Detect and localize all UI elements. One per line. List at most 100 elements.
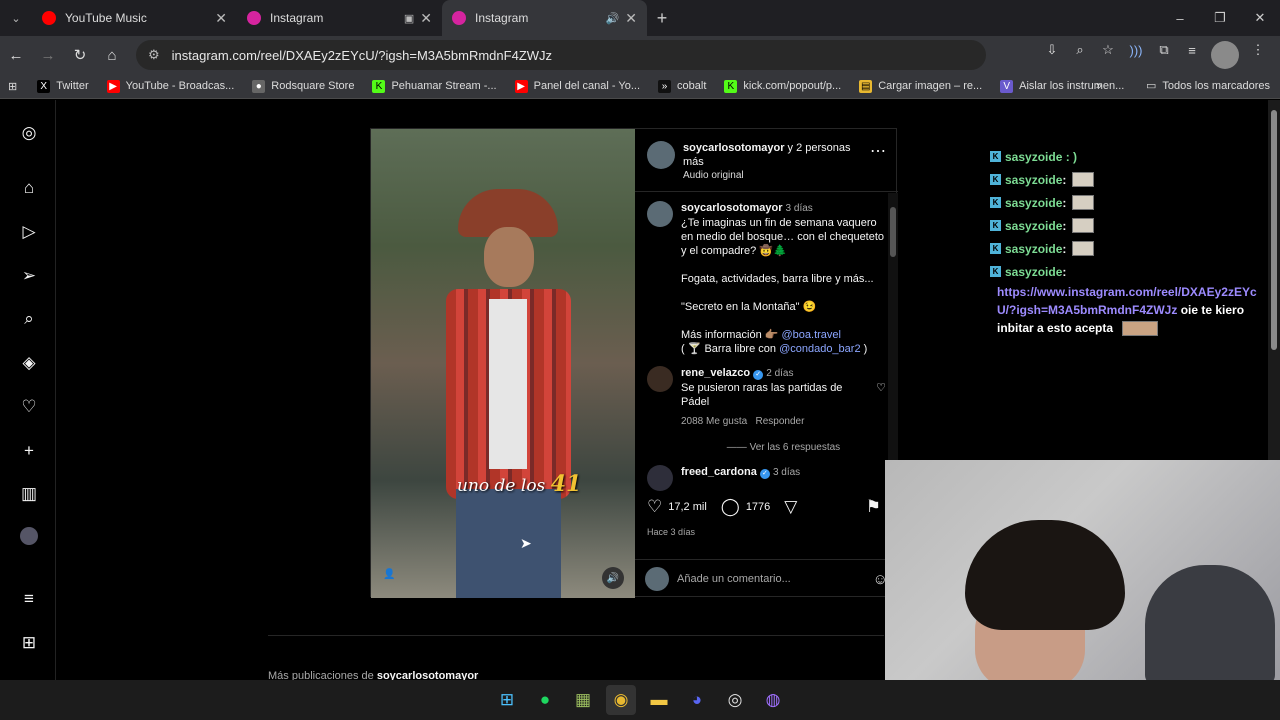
author-avatar[interactable] bbox=[647, 201, 673, 227]
site-info-icon[interactable]: ⚙ bbox=[148, 47, 160, 63]
reload-icon[interactable]: ↻ bbox=[64, 39, 96, 71]
mouse-cursor: ➤ bbox=[520, 535, 532, 551]
chat-message: Ksasyzoide : bbox=[990, 260, 1270, 283]
comment-username[interactable]: freed_cardona bbox=[681, 466, 757, 478]
vocal-remover-icon: V bbox=[1000, 79, 1014, 93]
profile-nav-avatar[interactable] bbox=[20, 527, 38, 545]
close-window-button[interactable]: ✕ bbox=[1240, 0, 1280, 36]
author-username[interactable]: soycarlosotomayor bbox=[683, 142, 784, 154]
audio-label[interactable]: Audio original bbox=[683, 169, 864, 183]
bookmark-twitter[interactable]: X Twitter bbox=[37, 79, 89, 93]
chat-separator: : bbox=[1062, 241, 1067, 256]
explore-nav-icon[interactable]: ◈ bbox=[18, 352, 40, 374]
author-avatar[interactable] bbox=[647, 141, 675, 169]
tab-instagram-1[interactable]: Instagram ▣ ✕ bbox=[237, 0, 442, 36]
bookmark-pehuamar[interactable]: K Pehuamar Stream -... bbox=[372, 79, 497, 93]
instagram-logo-icon[interactable]: ◎ bbox=[18, 122, 40, 144]
bookmark-aislar[interactable]: V Aislar los instrumen... bbox=[1000, 79, 1125, 93]
spotify-icon[interactable]: ● bbox=[530, 685, 560, 715]
video-person bbox=[446, 189, 571, 598]
dashboard-nav-icon[interactable]: ▥ bbox=[18, 483, 40, 505]
mention-link[interactable]: @boa.travel bbox=[782, 329, 841, 341]
volume-icon[interactable]: 🔊 bbox=[602, 567, 624, 589]
bookmark-cargar-imagen[interactable]: ▤ Cargar imagen – re... bbox=[859, 79, 982, 93]
likes-count[interactable]: 17,2 mil bbox=[668, 501, 707, 513]
comment-username[interactable]: rene_velazco bbox=[681, 367, 750, 379]
notifications-nav-icon[interactable]: ♡ bbox=[18, 396, 40, 418]
reel-video[interactable]: uno de los 41 👤 🔊 bbox=[371, 129, 635, 598]
install-app-icon[interactable]: ⇩ bbox=[1038, 36, 1066, 64]
comment-time: 3 días bbox=[772, 467, 801, 478]
chat-emote bbox=[1072, 241, 1095, 256]
commenter-avatar[interactable] bbox=[647, 465, 673, 491]
chrome-icon[interactable]: ◉ bbox=[606, 685, 636, 715]
bookmarks-overflow-icon[interactable]: » bbox=[1096, 80, 1102, 92]
comments-scrollbar[interactable] bbox=[888, 193, 898, 491]
tab-search-icon[interactable]: ⌄ bbox=[0, 0, 32, 36]
close-tab-icon[interactable]: ✕ bbox=[420, 10, 432, 27]
tagged-user-icon[interactable]: 👤 bbox=[383, 569, 395, 580]
view-replies[interactable]: —— Ver las 6 respuestas bbox=[681, 441, 886, 455]
tab-youtube-music[interactable]: YouTube Music ✕ bbox=[32, 0, 237, 36]
close-tab-icon[interactable]: ✕ bbox=[625, 10, 637, 27]
bookmark-panel-canal[interactable]: ▶ Panel del canal - Yo... bbox=[514, 79, 640, 93]
chat-username: sasyzoide bbox=[1005, 241, 1063, 256]
comment: rene_velazco ✓ 2 días Se pusieron raras … bbox=[647, 366, 886, 455]
create-nav-icon[interactable]: + bbox=[18, 440, 40, 462]
more-menu-icon[interactable]: ≡ bbox=[18, 588, 40, 610]
caption-time: 3 días bbox=[785, 203, 813, 214]
profile-avatar[interactable] bbox=[1211, 41, 1239, 69]
comment-icon[interactable]: ◯ bbox=[721, 497, 740, 517]
extension-audio-icon[interactable]: ))) bbox=[1122, 36, 1150, 64]
share-icon[interactable]: ▽ bbox=[784, 497, 797, 517]
audio-playing-icon[interactable]: 🔊 bbox=[606, 12, 620, 25]
like-comment-icon[interactable]: ♡ bbox=[876, 381, 886, 409]
zoom-icon[interactable]: ⌕ bbox=[1066, 36, 1094, 64]
search-nav-icon[interactable]: ⌕ bbox=[18, 308, 40, 330]
also-from-meta-icon[interactable]: ⊞ bbox=[18, 632, 40, 654]
close-tab-icon[interactable]: ✕ bbox=[215, 10, 227, 27]
minimize-button[interactable]: – bbox=[1160, 0, 1200, 36]
menu-icon[interactable]: ⋮ bbox=[1244, 36, 1272, 64]
home-nav-icon[interactable]: ⌂ bbox=[18, 177, 40, 199]
apps-icon[interactable]: ⊞ bbox=[8, 80, 17, 93]
caption-username[interactable]: soycarlosotomayor bbox=[681, 202, 782, 214]
bookmark-label: Aislar los instrumen... bbox=[1019, 80, 1125, 92]
bookmark-youtube-broadcast[interactable]: ▶ YouTube - Broadcas... bbox=[106, 79, 234, 93]
more-options-icon[interactable]: ⋯ bbox=[870, 141, 886, 161]
bookmark-kick-popout[interactable]: Kkick.com/popout/p... bbox=[724, 79, 841, 93]
discord-icon[interactable]: ◕ bbox=[682, 685, 712, 715]
save-bookmark-icon[interactable]: ⚑ bbox=[866, 497, 881, 517]
chat-message-body: https://www.instagram.com/reel/DXAEy2zEY… bbox=[997, 283, 1270, 337]
address-bar[interactable]: ⚙ instagram.com/reel/DXAEy2zEYcU/?igsh=M… bbox=[136, 40, 986, 70]
obs-icon[interactable]: ◎ bbox=[720, 685, 750, 715]
comment-likes[interactable]: 2088 Me gusta bbox=[681, 416, 747, 427]
bookmark-star-icon[interactable]: ☆ bbox=[1094, 36, 1122, 64]
reply-button[interactable]: Responder bbox=[756, 416, 805, 427]
restore-button[interactable]: ❐ bbox=[1200, 0, 1240, 36]
home-icon[interactable]: ⌂ bbox=[96, 39, 128, 71]
caption-text: Fogata, actividades, barra libre y más..… bbox=[681, 273, 874, 285]
file-explorer-icon[interactable]: ▬ bbox=[644, 685, 674, 715]
mention-link[interactable]: @condado_bar2 bbox=[779, 343, 861, 355]
app-icon[interactable]: ▦ bbox=[568, 685, 598, 715]
back-icon[interactable]: ← bbox=[0, 39, 32, 71]
new-tab-button[interactable]: + bbox=[647, 0, 677, 36]
all-bookmarks[interactable]: ▭ Todos los marcadores bbox=[1146, 79, 1270, 93]
windows-start-icon[interactable]: ⊞ bbox=[492, 685, 522, 715]
view-replies-label[interactable]: Ver las 6 respuestas bbox=[750, 442, 841, 453]
tab-instagram-2[interactable]: Instagram 🔊 ✕ bbox=[442, 0, 647, 36]
media-controls-icon[interactable]: ≡ bbox=[1178, 36, 1206, 64]
forward-icon[interactable]: → bbox=[32, 39, 64, 71]
like-icon[interactable]: ♡ bbox=[647, 497, 662, 517]
bookmark-cobalt[interactable]: » cobalt bbox=[658, 79, 706, 93]
chat-message: Ksasyzoide : bbox=[990, 214, 1270, 237]
bookmark-rodsquare[interactable]: ● Rodsquare Store bbox=[252, 79, 354, 93]
messages-nav-icon[interactable]: ➢ bbox=[18, 265, 40, 287]
reels-nav-icon[interactable]: ▷ bbox=[18, 221, 40, 243]
extensions-icon[interactable]: ⧉ bbox=[1150, 36, 1178, 64]
media-icon[interactable]: ▣ bbox=[404, 12, 414, 25]
add-comment-input[interactable]: Añade un comentario... bbox=[677, 573, 791, 585]
commenter-avatar[interactable] bbox=[647, 366, 673, 392]
messenger-icon[interactable]: ◍ bbox=[758, 685, 788, 715]
